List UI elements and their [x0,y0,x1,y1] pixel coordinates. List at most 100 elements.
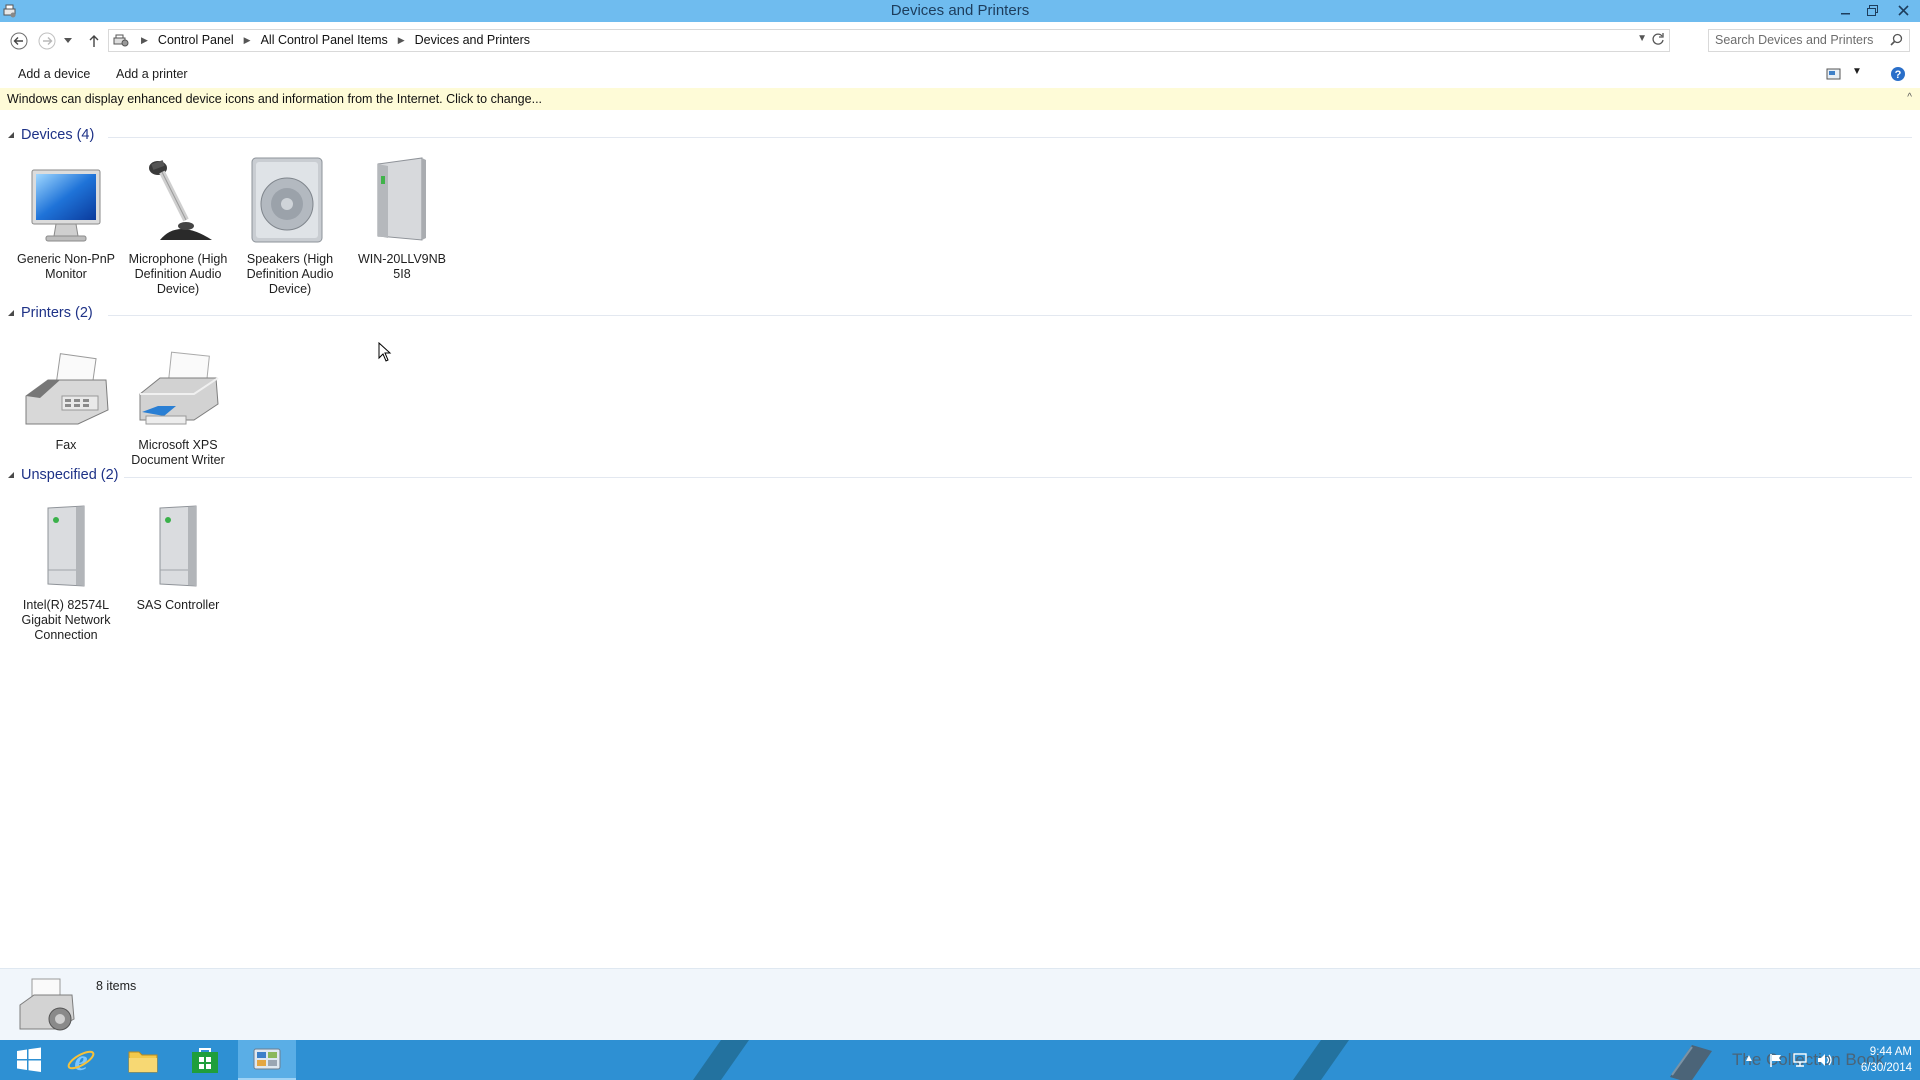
collapse-triangle-icon[interactable] [8,310,14,316]
search-icon[interactable] [1890,33,1903,49]
group-label: Printers (2) [21,305,93,321]
device-box-icon [159,505,197,587]
close-button[interactable] [1886,0,1920,20]
window-title: Devices and Printers [890,2,1030,19]
svg-text:?: ? [1895,69,1902,81]
item-count: 8 items [96,979,137,993]
taskbar-store[interactable] [176,1040,234,1080]
windows-logo-icon [17,1047,41,1072]
address-dropdown-icon[interactable]: ▼ [1637,33,1647,44]
help-icon: ? [1891,67,1905,81]
item-label: SAS Controller [136,598,220,612]
taskbar-file-explorer[interactable] [114,1040,172,1080]
info-bar[interactable]: Windows can display enhanced device icon… [0,88,1920,110]
printer-icon [139,351,219,425]
printer-fax[interactable]: Fax [12,340,120,453]
mouse-cursor-icon [378,342,392,362]
group-header-devices[interactable]: Devices (4) [8,127,1912,147]
microphone-icon [149,160,212,240]
refresh-icon [1652,33,1664,45]
network-icon[interactable] [1792,1052,1808,1068]
collapse-triangle-icon[interactable] [8,472,14,478]
search-input[interactable] [1709,30,1885,49]
device-speakers[interactable]: Speakers (High Definition Audio Device) [236,154,344,297]
device-box-icon [47,505,85,587]
item-label: WIN-20LLV9NB5I8 [358,252,446,281]
back-button[interactable] [9,31,29,51]
back-arrow-icon [10,32,28,50]
start-button[interactable] [0,1040,58,1080]
chevron-down-icon [64,38,72,43]
view-options-dropdown-icon[interactable]: ▼ [1852,66,1862,77]
group-label: Unspecified (2) [21,467,119,483]
forward-arrow-icon [38,32,56,50]
add-device-button[interactable]: Add a device [18,67,90,81]
printer-xps-writer[interactable]: Microsoft XPS Document Writer [124,340,232,468]
item-label: Speakers (High Definition Audio Device) [246,252,334,296]
item-label: Fax [55,438,77,452]
fax-icon [25,353,109,425]
group-divider [108,315,1912,316]
item-label: Microphone (High Definition Audio Device… [128,252,228,296]
device-intel-network[interactable]: Intel(R) 82574L Gigabit Network Connecti… [12,500,120,643]
change-view-button[interactable] [1826,67,1842,84]
help-button[interactable]: ? [1890,66,1906,85]
up-button[interactable] [84,31,104,51]
navigation-bar: ▶ Control Panel ▶ All Control Panel Item… [0,22,1920,58]
breadcrumb-control-panel[interactable]: Control Panel [158,33,234,47]
device-computer[interactable]: WIN-20LLV9NB5I8 [348,154,456,282]
search-box[interactable] [1708,29,1910,52]
clock-date: 6/30/2014 [1860,1062,1912,1074]
restore-icon [1867,4,1878,16]
group-divider [108,137,1912,138]
group-header-printers[interactable]: Printers (2) [8,305,1912,325]
close-icon [1897,4,1909,16]
show-hidden-icons-icon[interactable]: ▲ [1744,1053,1754,1064]
speaker-icon [251,157,323,243]
restore-button[interactable] [1859,0,1886,20]
collapse-triangle-icon[interactable] [8,132,14,138]
store-icon [192,1048,218,1073]
volume-icon[interactable] [1816,1052,1834,1068]
control-panel-location-icon [113,34,129,47]
breadcrumb-separator-icon[interactable]: ▶ [244,35,251,46]
breadcrumb-separator-icon[interactable]: ▶ [398,35,405,46]
taskbar-control-panel[interactable] [238,1040,296,1080]
breadcrumb-devices-printers[interactable]: Devices and Printers [415,33,530,47]
minimize-button[interactable] [1832,0,1859,20]
device-microphone[interactable]: Microphone (High Definition Audio Device… [124,154,232,297]
group-header-unspecified[interactable]: Unspecified (2) [8,467,1912,487]
monitor-icon [31,169,101,242]
taskbar-internet-explorer[interactable]: e [52,1040,110,1080]
refresh-button[interactable] [1651,32,1665,49]
item-label: Microsoft XPS Document Writer [131,438,225,467]
add-printer-button[interactable]: Add a printer [116,67,188,81]
group-label: Devices (4) [21,127,95,143]
up-arrow-icon [89,35,99,47]
svg-text:e: e [74,1045,87,1075]
breadcrumb-all-items[interactable]: All Control Panel Items [261,33,388,47]
title-bar: Devices and Printers [0,0,1920,22]
group-divider [124,477,1912,478]
computer-icon [377,157,426,241]
forward-button[interactable] [37,31,57,51]
system-clock[interactable]: 9:44 AM 6/30/2014 [1840,1044,1912,1076]
item-label: Intel(R) 82574L Gigabit Network Connecti… [21,598,111,642]
device-sas-controller[interactable]: SAS Controller [124,500,232,613]
action-center-flag-icon[interactable] [1768,1052,1784,1068]
device-generic-monitor[interactable]: Generic Non-PnP Monitor [12,154,120,282]
recent-locations-button[interactable] [62,31,74,51]
internet-explorer-icon: e [67,1045,95,1075]
info-bar-collapse-icon[interactable]: ^ [1907,92,1912,103]
wallpaper-stripe [1278,1040,1350,1080]
address-bar[interactable]: ▶ Control Panel ▶ All Control Panel Item… [108,29,1670,52]
wallpaper-stripe [678,1040,750,1080]
command-bar: Add a device Add a printer ▼ ? [0,62,1920,88]
book-watermark-icon [1670,1045,1712,1080]
clock-time: 9:44 AM [1869,1046,1912,1058]
minimize-icon [1840,13,1850,15]
info-bar-message[interactable]: Windows can display enhanced device icon… [7,92,542,106]
breadcrumb-separator-icon[interactable]: ▶ [141,35,148,46]
view-icon [1826,68,1841,80]
item-label: Generic Non-PnP Monitor [17,252,115,281]
